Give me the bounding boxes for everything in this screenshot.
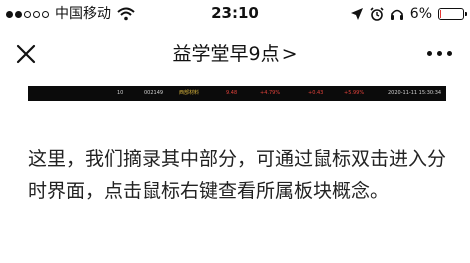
stock-code: 002149 bbox=[144, 90, 164, 96]
more-icon[interactable] bbox=[427, 51, 452, 56]
page-title[interactable]: 益学堂早9点 > bbox=[0, 42, 470, 66]
battery-level bbox=[440, 10, 441, 18]
stock-price: 9.48 bbox=[226, 90, 238, 96]
stock-name: 西部材料 bbox=[179, 90, 200, 96]
battery-percent: 6% bbox=[409, 6, 432, 22]
row-index: 10 bbox=[117, 90, 124, 96]
stock-data-strip: 10 002149 西部材料 9.48 +4.79% +0.43 +5.99% … bbox=[28, 86, 446, 101]
stock-timestamp: 2020-11-11 15:30:34 bbox=[388, 90, 442, 96]
location-icon bbox=[350, 8, 363, 20]
status-bar: 中国移动 23:10 6% bbox=[0, 0, 470, 28]
status-right: 6% bbox=[350, 5, 467, 23]
article-body: 这里，我们摘录其中部分，可通过鼠标双击进入分时界面，点击鼠标右键查看所属板块概念… bbox=[28, 143, 458, 207]
stock-amplitude: +5.99% bbox=[344, 90, 365, 96]
battery-icon bbox=[438, 8, 467, 20]
stock-change: +0.43 bbox=[308, 90, 324, 96]
nav-bar: 益学堂早9点 > bbox=[0, 32, 470, 76]
chevron-right-icon: > bbox=[281, 43, 298, 65]
page-title-text: 益学堂早9点 bbox=[172, 43, 280, 65]
alarm-icon bbox=[370, 7, 384, 21]
article-paragraph: 这里，我们摘录其中部分，可通过鼠标双击进入分时界面，点击鼠标右键查看所属板块概念… bbox=[28, 148, 447, 202]
headphones-icon bbox=[390, 9, 403, 20]
stock-change-pct: +4.79% bbox=[260, 90, 281, 96]
